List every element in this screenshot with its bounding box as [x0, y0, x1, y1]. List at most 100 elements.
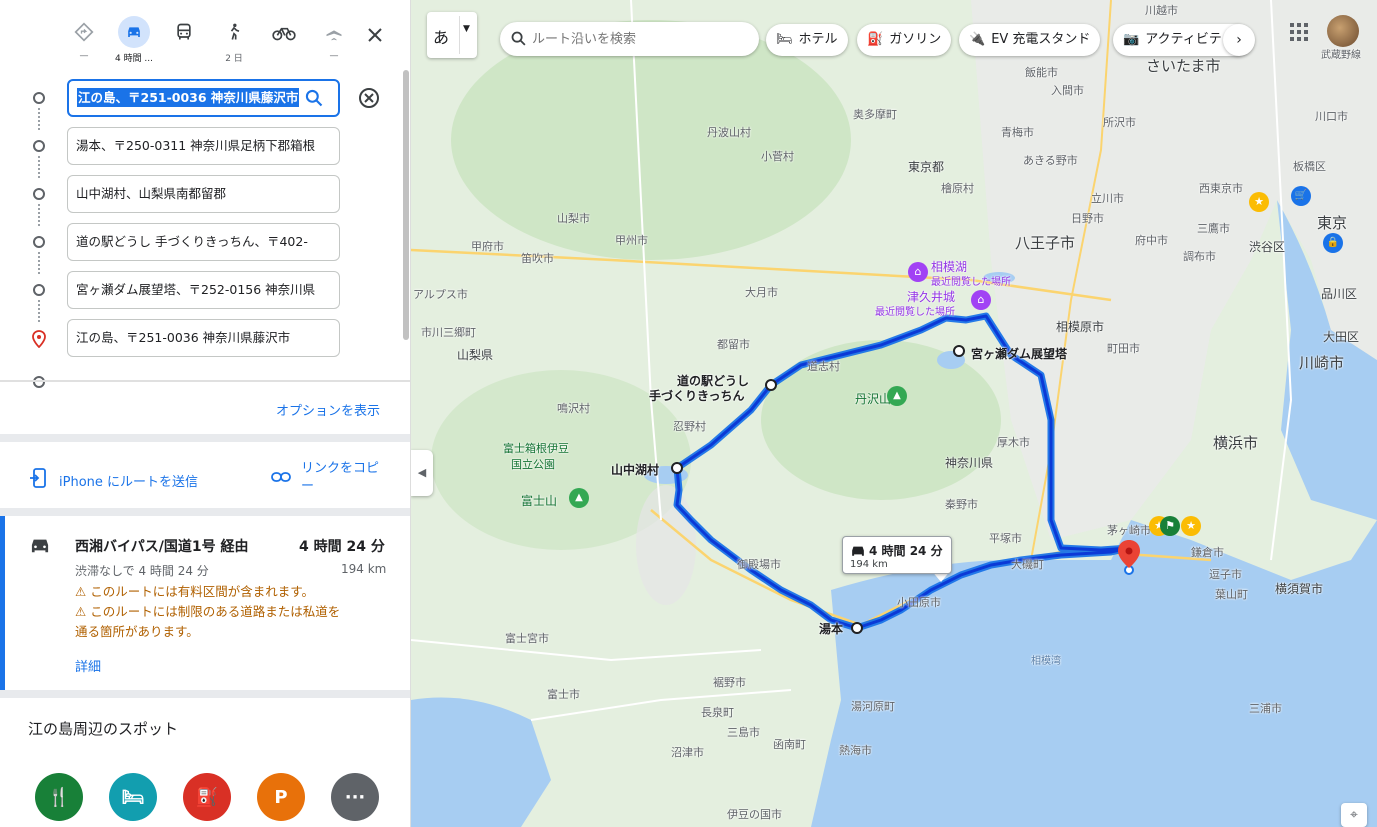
stop-label-yumoto[interactable]: 湯本: [819, 620, 843, 637]
map-label: 御殿場市: [737, 558, 781, 571]
star-icon[interactable]: ★: [1181, 516, 1201, 536]
stop-input-4[interactable]: 道の駅どうし 手づくりきっちん、〒402-: [67, 223, 340, 261]
stops-scrollbar[interactable]: [403, 70, 409, 340]
mode-best[interactable]: —: [62, 16, 106, 66]
stop-input-3[interactable]: 山中湖村、山梨県南都留郡: [67, 175, 340, 213]
show-options-link[interactable]: オプションを表示: [276, 400, 380, 419]
stop-input-2[interactable]: 湯本、〒250-0311 神奈川県足柄下郡箱根: [67, 127, 340, 165]
route-option-card[interactable]: 西湘バイパス/国道1号 経由 4 時間 24 分 渋滞なしで 4 時間 24 分…: [0, 516, 410, 690]
map-label: 三浦市: [1249, 702, 1282, 715]
apps-grid-icon[interactable]: [1289, 22, 1309, 42]
map-label: 横須賀市: [1275, 582, 1324, 596]
map-label: 道志村: [807, 360, 840, 373]
stop-label-michinoeki-2[interactable]: 手づくりきっちん: [649, 387, 745, 404]
gas-station-icon: ⛽: [867, 32, 884, 47]
map-label: 奥多摩町: [853, 108, 897, 121]
parking-button[interactable]: P: [257, 773, 305, 821]
mode-walk[interactable]: 2 日: [212, 16, 256, 66]
map-label: 東京都: [908, 160, 945, 174]
map-label: 川崎市: [1299, 354, 1345, 372]
attraction-icon[interactable]: ⌂: [908, 262, 928, 282]
map-label: 三鷹市: [1197, 222, 1230, 235]
map-label: 町田市: [1107, 342, 1140, 355]
mode-bike[interactable]: [262, 16, 306, 66]
section-divider: [0, 690, 410, 698]
stop-connector: [38, 252, 40, 274]
remove-stop-icon[interactable]: [358, 87, 380, 109]
bed-icon: 🛏: [776, 32, 793, 47]
chip-gas[interactable]: ⛽ ガソリン: [857, 24, 952, 56]
mode-transit[interactable]: [162, 16, 206, 66]
route-via: 西湘バイパス/国道1号 経由: [75, 539, 249, 555]
chips-next-button[interactable]: ›: [1223, 24, 1255, 56]
map-label: 逗子市: [1209, 568, 1242, 581]
map-label: 最近閲覧した場所: [931, 277, 1011, 288]
collapse-panel-button[interactable]: ◀: [411, 450, 433, 496]
route-details-link[interactable]: 詳細: [75, 656, 101, 675]
copy-link-button[interactable]: リンクをコピー: [301, 460, 391, 496]
map-label: 川口市: [1315, 110, 1348, 123]
map-label: 鎌倉市: [1191, 546, 1224, 559]
map-label: 武蔵野線: [1321, 50, 1361, 61]
map-label: 市川三郷町: [421, 326, 476, 339]
gas-button[interactable]: ⛽: [183, 773, 231, 821]
map-label: 調布市: [1183, 250, 1216, 263]
map-label: 甲府市: [471, 240, 504, 253]
route-duration-bubble[interactable]: 4 時間 24 分 194 km: [842, 536, 952, 574]
route-diamond-icon: [74, 22, 94, 42]
stop-label-yamanakako[interactable]: 山中湖村: [611, 461, 659, 478]
close-directions-button[interactable]: [360, 20, 390, 50]
route-warnings: ⚠ このルートには有料区間が含まれます。 ⚠ このルートには制限のある道路または…: [75, 584, 341, 639]
my-location-button[interactable]: ⌖: [1341, 803, 1367, 827]
section-divider: [0, 434, 410, 442]
attraction-icon[interactable]: ⌂: [971, 290, 991, 310]
link-icon: [271, 472, 291, 482]
stop-connector: [38, 300, 40, 322]
star-icon[interactable]: ★: [1249, 192, 1269, 212]
map-label: 大田区: [1323, 330, 1360, 344]
stop-input-5[interactable]: 宮ヶ瀬ダム展望塔、〒252-0156 神奈川県: [67, 271, 340, 309]
map-label: 鳴沢村: [557, 402, 590, 415]
stop-label-miyagase[interactable]: 宮ヶ瀬ダム展望塔: [971, 345, 1067, 362]
stop-circle-icon: [33, 140, 45, 152]
map-label: あきる野市: [1023, 154, 1078, 167]
mode-flight[interactable]: —: [312, 16, 356, 66]
stop-circle-icon: [33, 92, 45, 104]
directions-panel: — 4 時間 ... 2 日 — 江の島、〒251-0036 神奈川県藤沢市 湯…: [0, 0, 411, 827]
stop-circle-icon: [33, 236, 45, 248]
airplane-icon: [326, 23, 342, 41]
more-categories-button[interactable]: ···: [331, 773, 379, 821]
stop-input-6[interactable]: 江の島、〒251-0036 神奈川県藤沢市: [67, 319, 340, 357]
send-to-phone-icon: [30, 468, 46, 488]
walk-icon: [230, 23, 240, 40]
mode-car[interactable]: 4 時間 ...: [112, 16, 156, 66]
lock-icon[interactable]: 🔒: [1323, 233, 1343, 253]
search-icon[interactable]: [304, 88, 324, 108]
map-label: 三島市: [727, 726, 760, 739]
flag-icon[interactable]: ⚑: [1160, 516, 1180, 536]
map-label: 横浜市: [1213, 434, 1259, 452]
avatar[interactable]: [1327, 15, 1359, 47]
more-icon: ···: [344, 786, 366, 808]
route-search-input[interactable]: [532, 28, 742, 50]
restaurant-button[interactable]: 🍴: [35, 773, 83, 821]
route-search-box[interactable]: [500, 22, 759, 56]
map-label: 神奈川県: [945, 456, 994, 470]
map-label: 富士市: [547, 688, 580, 701]
route-stops: 江の島、〒251-0036 神奈川県藤沢市 湯本、〒250-0311 神奈川県足…: [0, 70, 410, 388]
send-to-iphone-link[interactable]: iPhone にルートを送信: [59, 471, 198, 490]
hotel-icon: 🛏: [121, 786, 145, 808]
restaurant-icon: 🍴: [47, 786, 71, 808]
route-duration: 4 時間 24 分: [299, 539, 385, 555]
map-label: 最近閲覧した場所: [875, 307, 955, 318]
chip-hotel[interactable]: 🛏 ホテル: [766, 24, 848, 56]
ime-toggle[interactable]: あ ▼: [427, 12, 477, 58]
hotel-button[interactable]: 🛏: [109, 773, 157, 821]
chip-ev-charging[interactable]: 🔌 EV 充電スタンド: [959, 24, 1101, 56]
map-label: 富士宮市: [505, 632, 549, 645]
stop-input-1[interactable]: 江の島、〒251-0036 神奈川県藤沢市: [67, 79, 340, 117]
shopping-icon[interactable]: 🛒: [1291, 186, 1311, 206]
map-canvas[interactable]: さいたま市 東京 横浜市 川崎市 八王子市 相模原市 渋谷区 品川区 大田区 横…: [411, 0, 1377, 827]
car-icon: [31, 539, 49, 553]
map-label: 茅ヶ崎市: [1107, 524, 1151, 537]
